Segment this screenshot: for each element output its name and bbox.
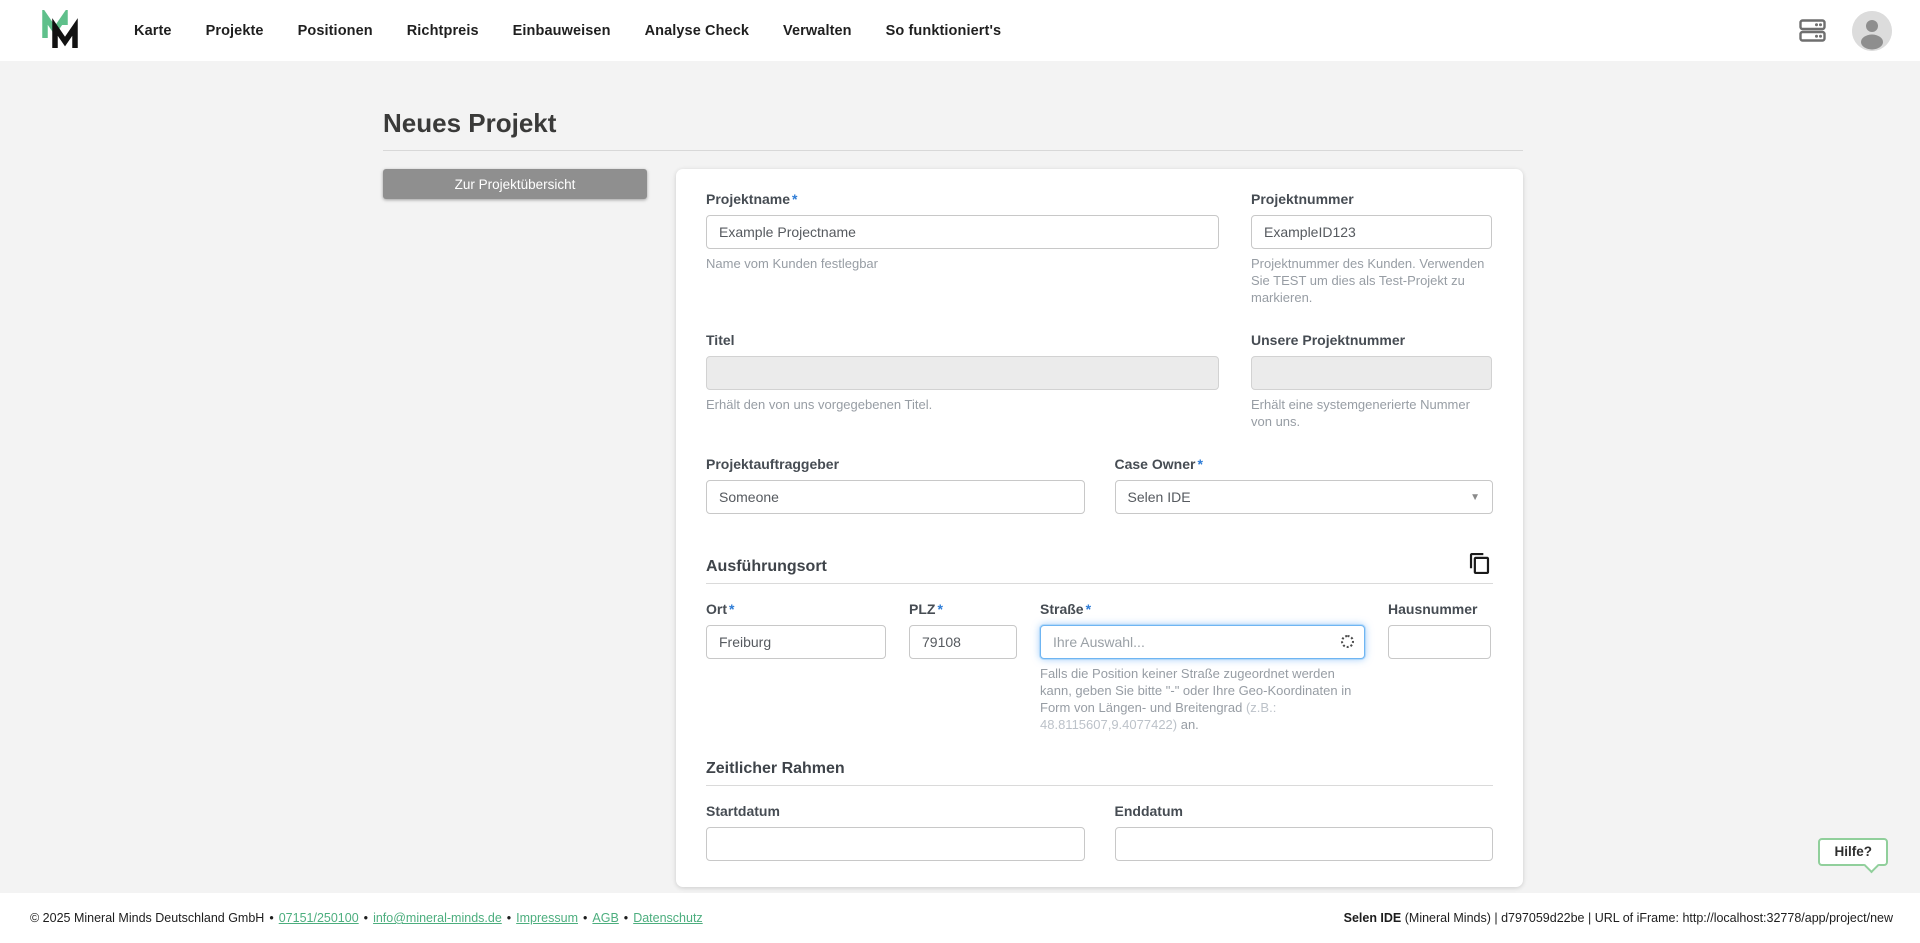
unsere-projektnummer-helper: Erhält eine systemgenerierte Nummer von … xyxy=(1251,396,1492,430)
field-strasse: Straße* Falls die Position keiner Straße… xyxy=(1040,601,1365,733)
page-title: Neues Projekt xyxy=(383,105,1523,141)
startdatum-label: Startdatum xyxy=(706,803,1085,820)
field-projektauftraggeber: Projektauftraggeber xyxy=(706,456,1085,514)
projektname-input[interactable] xyxy=(706,215,1219,249)
required-marker: * xyxy=(729,601,734,617)
footer-separator: • xyxy=(364,911,368,925)
footer-link-impressum[interactable]: Impressum xyxy=(516,911,578,925)
plz-input[interactable] xyxy=(909,625,1017,659)
field-projektname: Projektname* Name vom Kunden festlegbar xyxy=(706,191,1219,306)
nav-item-verwalten[interactable]: Verwalten xyxy=(783,23,852,39)
projektname-label: Projektname* xyxy=(706,191,1219,208)
projektauftraggeber-input[interactable] xyxy=(706,480,1085,514)
projektname-helper: Name vom Kunden festlegbar xyxy=(706,255,1219,272)
footer-separator: • xyxy=(269,911,273,925)
hausnummer-label: Hausnummer xyxy=(1388,601,1491,618)
mineral-minds-logo-icon[interactable] xyxy=(40,10,86,52)
strasse-input[interactable] xyxy=(1040,625,1365,659)
footer-copyright: © 2025 Mineral Minds Deutschland GmbH xyxy=(30,911,264,925)
nav-item-einbauweisen[interactable]: Einbauweisen xyxy=(513,23,611,39)
titel-label: Titel xyxy=(706,332,1219,349)
field-titel: Titel Erhält den von uns vorgegebenen Ti… xyxy=(706,332,1219,430)
field-ort: Ort* xyxy=(706,601,886,733)
case-owner-value: Selen IDE xyxy=(1128,489,1191,505)
case-owner-label: Case Owner* xyxy=(1115,456,1494,473)
field-unsere-projektnummer: Unsere Projektnummer Erhält eine systemg… xyxy=(1251,332,1492,430)
nav-item-projekte[interactable]: Projekte xyxy=(206,23,264,39)
loading-spinner-icon xyxy=(1341,635,1354,648)
title-divider xyxy=(383,150,1523,151)
projektnummer-helper: Projektnummer des Kunden. Verwenden Sie … xyxy=(1251,255,1492,306)
footer-link-phone[interactable]: 07151/250100 xyxy=(279,911,359,925)
required-marker: * xyxy=(937,601,942,617)
footer-link-email[interactable]: info@mineral-minds.de xyxy=(373,911,502,925)
help-button-label: Hilfe? xyxy=(1834,844,1872,859)
server-icon[interactable] xyxy=(1799,19,1826,42)
ausfuehrungsort-divider xyxy=(706,583,1493,584)
footer-session-info: Selen IDE (Mineral Minds) | d797059d22be… xyxy=(1344,911,1893,925)
field-case-owner: Case Owner* Selen IDE ▼ xyxy=(1115,456,1494,514)
strasse-label: Straße* xyxy=(1040,601,1365,618)
required-marker: * xyxy=(1197,456,1202,472)
copy-icon[interactable] xyxy=(1466,550,1493,577)
footer-separator: • xyxy=(624,911,628,925)
projektnummer-label: Projektnummer xyxy=(1251,191,1492,208)
nav-item-positionen[interactable]: Positionen xyxy=(298,23,373,39)
nav-item-richtpreis[interactable]: Richtpreis xyxy=(407,23,479,39)
nav-item-karte[interactable]: Karte xyxy=(134,23,172,39)
zeitlicher-rahmen-divider xyxy=(706,785,1493,786)
field-enddatum: Enddatum xyxy=(1115,803,1494,861)
startdatum-input[interactable] xyxy=(706,827,1085,861)
field-hausnummer: Hausnummer xyxy=(1388,601,1491,733)
nav-item-analyse-check[interactable]: Analyse Check xyxy=(645,23,749,39)
titel-helper: Erhält den von uns vorgegebenen Titel. xyxy=(706,396,1219,413)
section-title-zeitlicher-rahmen: Zeitlicher Rahmen xyxy=(706,759,845,779)
main-nav: Karte Projekte Positionen Richtpreis Ein… xyxy=(134,23,1001,39)
main-content: Neues Projekt Zur Projektübersicht Proje… xyxy=(0,61,1920,893)
unsere-projektnummer-input xyxy=(1251,356,1492,390)
footer-separator: • xyxy=(583,911,587,925)
chevron-down-icon: ▼ xyxy=(1470,492,1480,503)
plz-label: PLZ* xyxy=(909,601,1017,618)
back-to-project-overview-button[interactable]: Zur Projektübersicht xyxy=(383,169,647,199)
field-projektnummer: Projektnummer Projektnummer des Kunden. … xyxy=(1251,191,1492,306)
required-marker: * xyxy=(1086,601,1091,617)
help-button[interactable]: Hilfe? xyxy=(1818,838,1888,866)
projektnummer-input[interactable] xyxy=(1251,215,1492,249)
titel-input xyxy=(706,356,1219,390)
top-navbar: Karte Projekte Positionen Richtpreis Ein… xyxy=(0,0,1920,61)
footer-separator: • xyxy=(507,911,511,925)
field-startdatum: Startdatum xyxy=(706,803,1085,861)
footer-link-agb[interactable]: AGB xyxy=(592,911,618,925)
field-plz: PLZ* xyxy=(909,601,1017,733)
strasse-helper: Falls die Position keiner Straße zugeord… xyxy=(1040,665,1365,733)
projektauftraggeber-label: Projektauftraggeber xyxy=(706,456,1085,473)
unsere-projektnummer-label: Unsere Projektnummer xyxy=(1251,332,1492,349)
footer-link-datenschutz[interactable]: Datenschutz xyxy=(633,911,702,925)
hausnummer-input[interactable] xyxy=(1388,625,1491,659)
footer: © 2025 Mineral Minds Deutschland GmbH • … xyxy=(0,893,1920,943)
case-owner-select[interactable]: Selen IDE ▼ xyxy=(1115,480,1494,514)
enddatum-input[interactable] xyxy=(1115,827,1494,861)
ort-input[interactable] xyxy=(706,625,886,659)
enddatum-label: Enddatum xyxy=(1115,803,1494,820)
section-title-ausfuehrungsort: Ausführungsort xyxy=(706,557,827,577)
required-marker: * xyxy=(792,191,797,207)
new-project-form-card: Projektname* Name vom Kunden festlegbar … xyxy=(676,169,1523,887)
ort-label: Ort* xyxy=(706,601,886,618)
user-avatar-icon[interactable] xyxy=(1852,11,1892,51)
nav-item-so-funktionierts[interactable]: So funktioniert's xyxy=(886,23,1002,39)
